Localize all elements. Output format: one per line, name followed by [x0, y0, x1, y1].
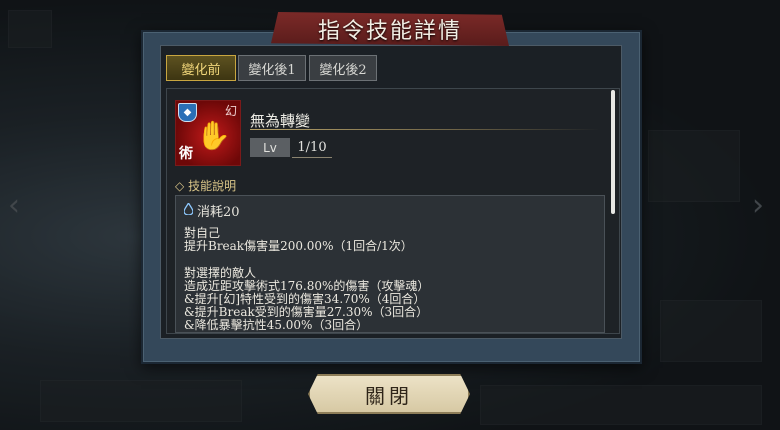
dialog-title: 指令技能詳情 — [271, 12, 509, 46]
level-label: Lv — [250, 138, 290, 157]
description-line: 提升Break傷害量200.00%（1回合/1次） — [184, 239, 413, 253]
skill-attribute-badge: 幻 — [224, 104, 237, 118]
tab-after-change-1[interactable]: 變化後1 — [238, 55, 306, 81]
skeletal-hand-icon: ✋ — [196, 119, 231, 152]
section-title: 技能說明 — [188, 179, 237, 193]
skill-type-badge: 術 — [179, 146, 193, 162]
description-line: &降低暴擊抗性45.00%（3回合） — [184, 318, 369, 332]
skill-icon: ◆ 幻 ✋ 術 — [175, 100, 241, 166]
close-button[interactable]: 關閉 — [308, 374, 470, 414]
skill-cost: 消耗20 — [197, 205, 240, 220]
skill-name: 無為轉變 — [250, 112, 311, 130]
water-drop-icon — [184, 203, 193, 215]
level-value: 1/10 — [292, 138, 332, 158]
tab-before-change[interactable]: 變化前 — [166, 55, 236, 81]
divider — [250, 129, 600, 130]
section-heading: ◇ 技能說明 — [175, 177, 236, 194]
scrollbar[interactable] — [611, 90, 615, 214]
tab-after-change-2[interactable]: 變化後2 — [309, 55, 377, 81]
shield-icon: ◆ — [178, 103, 197, 122]
diamond-icon: ◇ — [175, 179, 185, 193]
